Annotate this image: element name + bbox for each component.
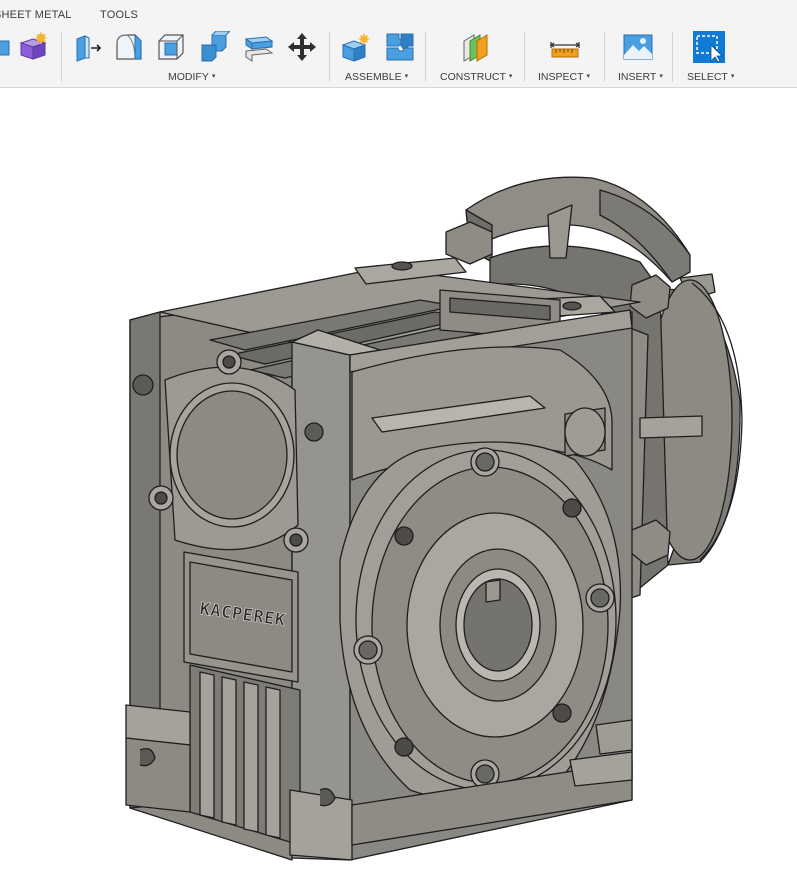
chevron-down-icon: ▾ bbox=[508, 73, 513, 80]
insert-canvas-button[interactable] bbox=[621, 29, 655, 65]
construct-menu-label: CONSTRUCT bbox=[440, 71, 506, 83]
insert-canvas-icon bbox=[623, 34, 653, 60]
new-component-button[interactable] bbox=[16, 29, 50, 65]
insert-menu-label: INSERT bbox=[618, 71, 657, 83]
fillet-icon bbox=[116, 33, 142, 60]
tab-tools[interactable]: TOOLS bbox=[100, 9, 138, 21]
toolbar-ribbon: SHEET METAL TOOLS MODIFY ▾ ASSEMBLE ▾ CO… bbox=[0, 0, 797, 88]
move-copy-button[interactable] bbox=[285, 29, 319, 65]
press-pull-button[interactable] bbox=[70, 29, 104, 65]
gearbox-model[interactable]: KACPEREK bbox=[0, 89, 797, 870]
sketch-icon bbox=[0, 40, 10, 56]
select-menu[interactable]: SELECT ▾ bbox=[687, 71, 734, 83]
tab-sheet-metal[interactable]: SHEET METAL bbox=[0, 9, 72, 21]
canvas-viewport[interactable]: KACPEREK bbox=[0, 89, 797, 870]
separator bbox=[425, 32, 426, 82]
select-menu-label: SELECT bbox=[687, 71, 728, 83]
select-icon bbox=[693, 31, 725, 63]
assemble-menu[interactable]: ASSEMBLE ▾ bbox=[345, 71, 408, 83]
chevron-down-icon: ▾ bbox=[211, 73, 216, 80]
new-joint-component-button[interactable] bbox=[339, 29, 373, 65]
insert-menu[interactable]: INSERT ▾ bbox=[618, 71, 663, 83]
assemble-menu-label: ASSEMBLE bbox=[345, 71, 402, 83]
joint-button[interactable] bbox=[383, 29, 417, 65]
separator bbox=[604, 32, 605, 82]
offset-plane-button[interactable] bbox=[459, 29, 493, 65]
separator bbox=[329, 32, 330, 82]
new-joint-component-icon bbox=[341, 32, 371, 62]
modify-menu-label: MODIFY bbox=[168, 71, 209, 83]
chevron-down-icon: ▾ bbox=[659, 73, 663, 80]
replace-face-button[interactable] bbox=[241, 29, 275, 65]
construct-menu[interactable]: CONSTRUCT ▾ bbox=[440, 71, 512, 83]
select-button[interactable] bbox=[692, 29, 726, 65]
ribbon-tabs: SHEET METAL TOOLS bbox=[0, 0, 797, 30]
fillet-button[interactable] bbox=[112, 29, 146, 65]
combine-icon bbox=[201, 31, 230, 62]
measure-icon bbox=[549, 42, 581, 58]
move-copy-icon bbox=[288, 33, 316, 61]
inspect-menu[interactable]: INSPECT ▾ bbox=[538, 71, 590, 83]
modify-menu[interactable]: MODIFY ▾ bbox=[168, 71, 215, 83]
chevron-down-icon: ▾ bbox=[730, 73, 735, 80]
shell-icon bbox=[158, 34, 184, 60]
partial-tool-button[interactable] bbox=[0, 29, 16, 65]
shell-button[interactable] bbox=[154, 29, 188, 65]
offset-plane-icon bbox=[463, 34, 488, 62]
inspect-menu-label: INSPECT bbox=[538, 71, 584, 83]
joint-icon bbox=[386, 33, 414, 61]
press-pull-icon bbox=[76, 35, 102, 62]
measure-button[interactable] bbox=[548, 29, 582, 65]
separator bbox=[672, 32, 673, 82]
chevron-down-icon: ▾ bbox=[586, 73, 591, 80]
chevron-down-icon: ▾ bbox=[404, 73, 409, 80]
combine-button[interactable] bbox=[197, 29, 231, 65]
separator bbox=[61, 32, 62, 82]
replace-face-icon bbox=[244, 36, 274, 62]
separator bbox=[524, 32, 525, 82]
new-component-icon bbox=[19, 31, 48, 60]
